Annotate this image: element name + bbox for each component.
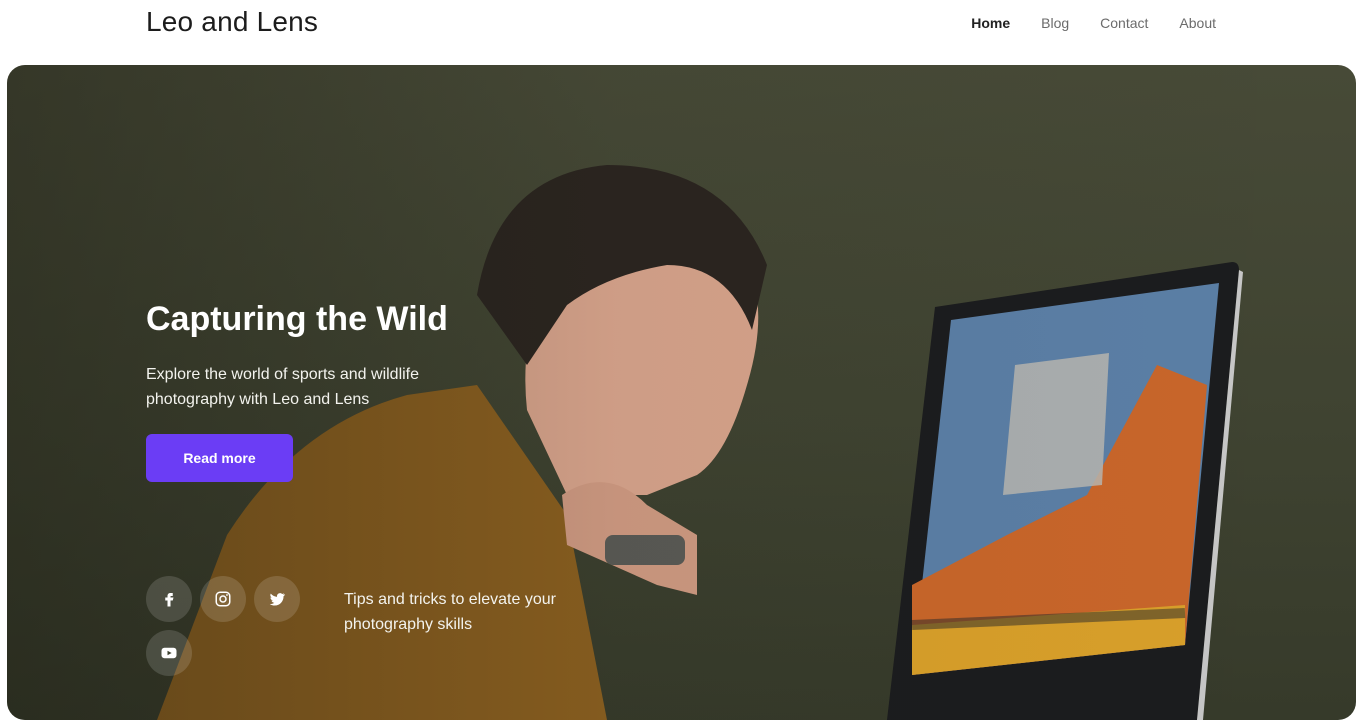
hero-tagline: Tips and tricks to elevate your photogra…: [344, 591, 556, 633]
instagram-button[interactable]: [200, 576, 246, 622]
read-more-button[interactable]: Read more: [146, 434, 293, 482]
hero-subtitle: Explore the world of sports and wildlife…: [146, 366, 420, 408]
nav-about-link[interactable]: About: [1179, 15, 1216, 31]
twitter-icon: [269, 593, 286, 606]
social-links: [146, 576, 306, 676]
youtube-icon: [161, 647, 177, 659]
main-nav: Home Blog Contact About: [971, 15, 1216, 31]
nav-home-link[interactable]: Home: [971, 15, 1010, 31]
site-logo[interactable]: Leo and Lens: [146, 6, 318, 38]
site-header: Leo and Lens Home Blog Contact About: [0, 0, 1366, 62]
youtube-button[interactable]: [146, 630, 192, 676]
facebook-button[interactable]: [146, 576, 192, 622]
hero-section: Capturing the Wild Explore the world of …: [7, 65, 1356, 720]
hero-title: Capturing the Wild: [146, 300, 448, 338]
facebook-icon: [165, 593, 174, 607]
nav-blog-link[interactable]: Blog: [1041, 15, 1069, 31]
instagram-icon: [215, 591, 231, 607]
twitter-button[interactable]: [254, 576, 300, 622]
nav-contact-link[interactable]: Contact: [1100, 15, 1148, 31]
